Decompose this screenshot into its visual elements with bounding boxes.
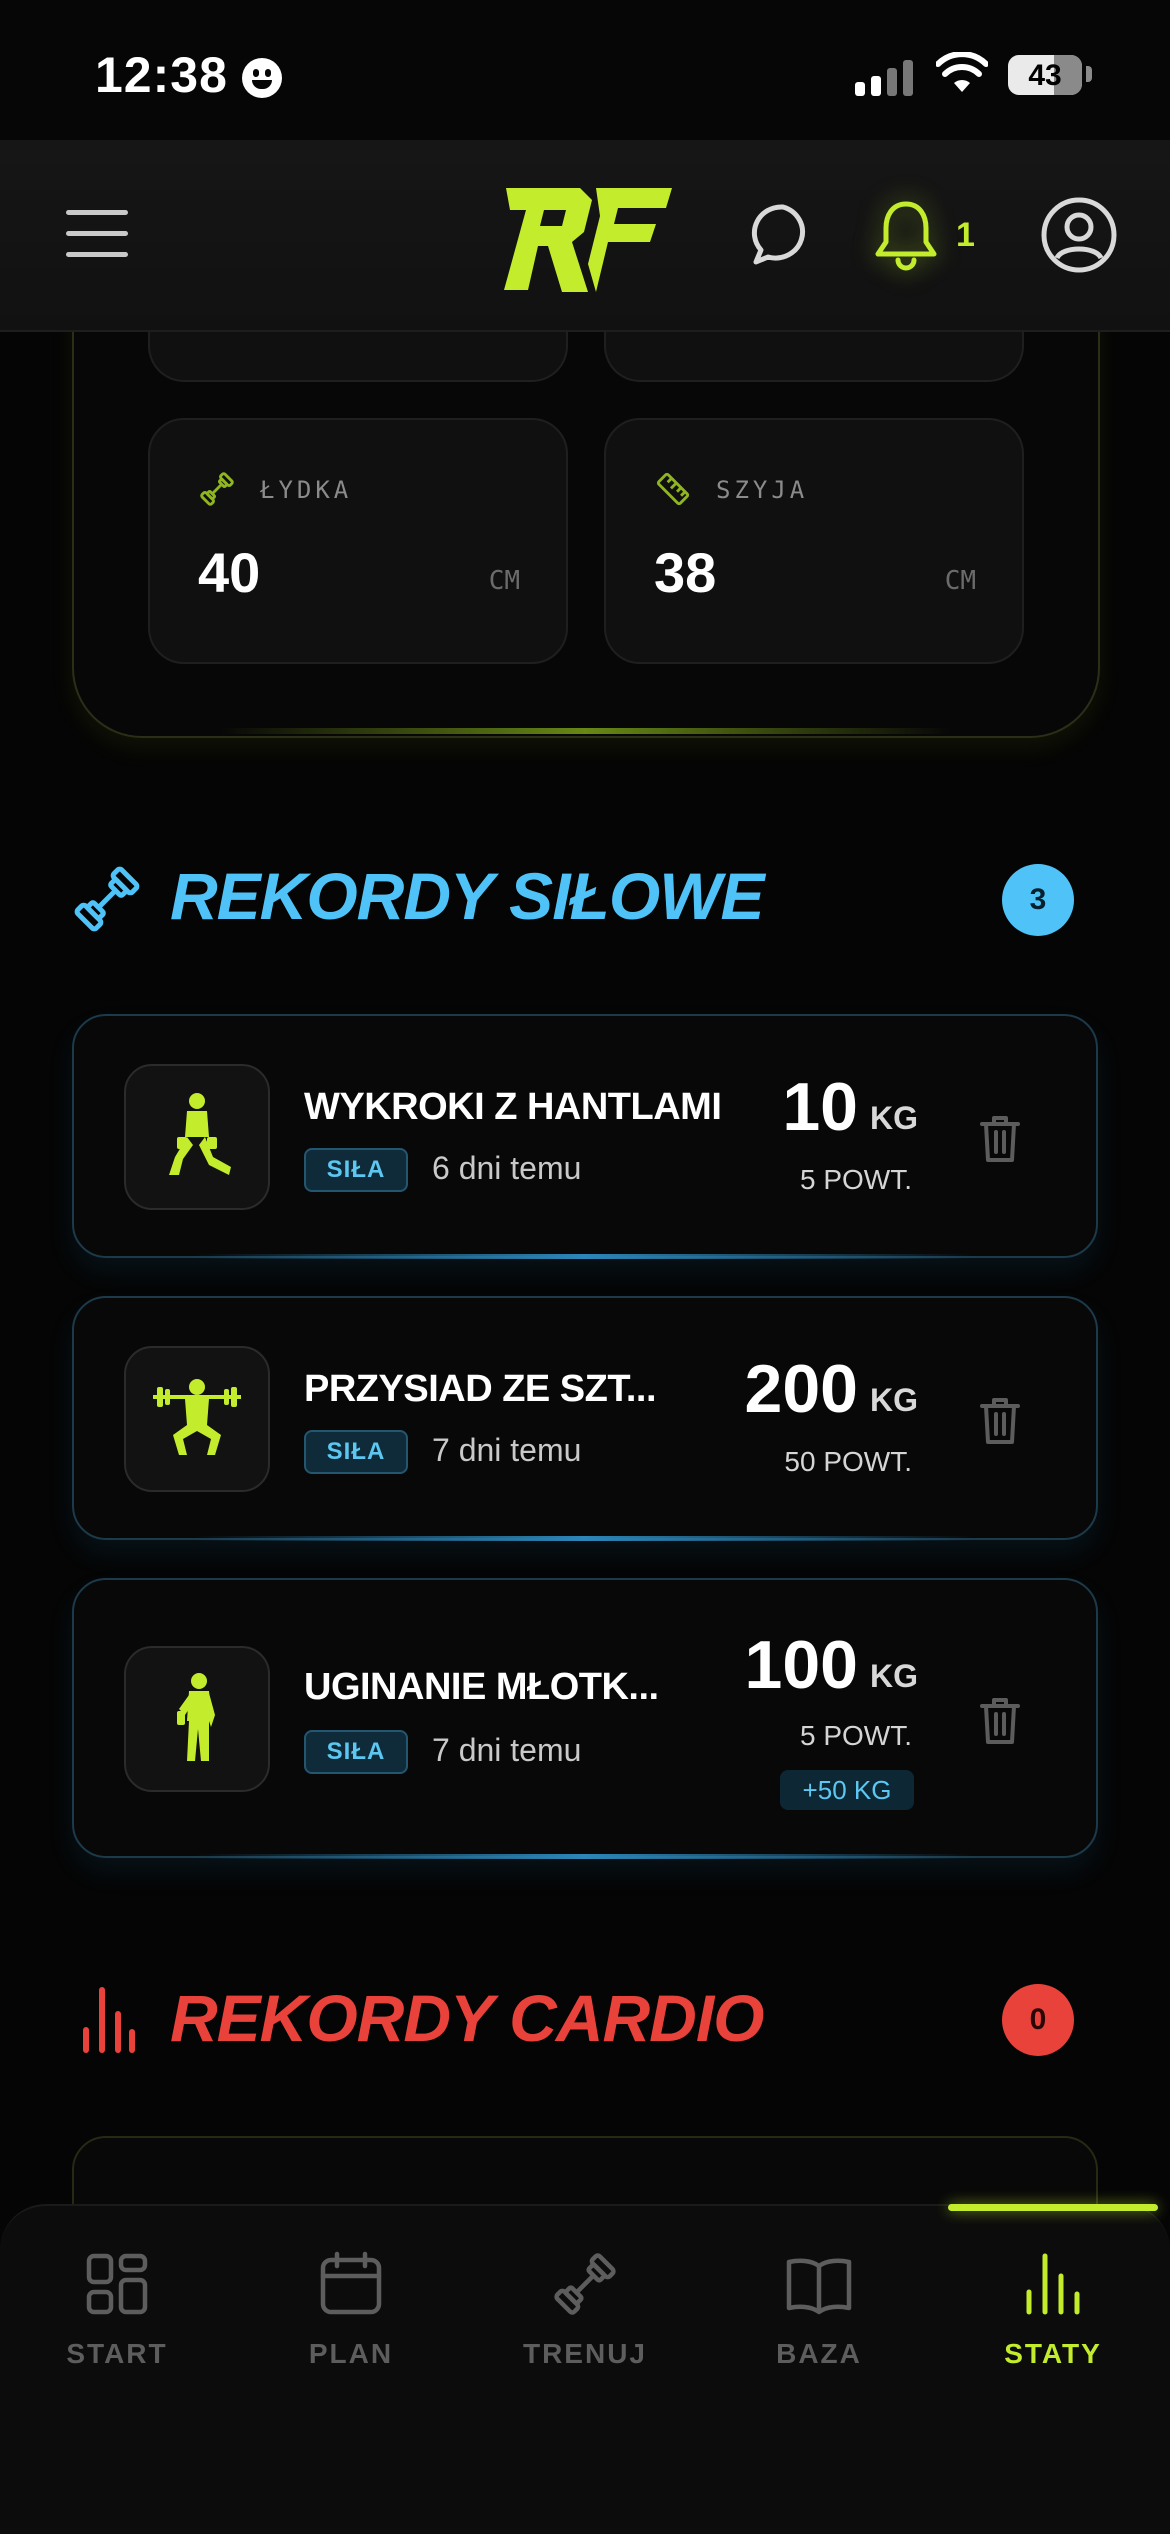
record-reps: 5 POWT. [799, 1720, 912, 1751]
record-unit: KG [870, 1100, 918, 1136]
battery-tip [1086, 66, 1092, 82]
record-tag: SIŁA [304, 1148, 408, 1192]
exercise-thumbnail [124, 1646, 270, 1792]
record-reps: 5 POWT. [799, 1164, 912, 1195]
chat-icon[interactable] [748, 200, 818, 270]
measurement-card-lydka[interactable]: ŁYDKA 40 CM [148, 418, 568, 664]
record-unit: KG [870, 1382, 918, 1418]
record-card[interactable]: PRZYSIAD ZE SZT... SIŁA 7 dni temu 200 K… [72, 1296, 1098, 1541]
nav-label: STATY [1004, 2338, 1102, 2369]
card-glow [194, 1254, 974, 1259]
record-reps: 50 POWT. [784, 1446, 912, 1477]
nav-tab-baza[interactable]: BAZA [702, 2240, 936, 2390]
nav-label: BAZA [776, 2338, 862, 2369]
card-glow [194, 1854, 974, 1859]
dumbbell-icon [554, 2253, 616, 2315]
dumbbell-icon [200, 472, 234, 506]
nav-tab-trenuj[interactable]: TRENUJ [468, 2240, 702, 2390]
card-glow [194, 1536, 974, 1541]
curl-figure-icon [177, 1673, 215, 1761]
battery-icon: 43 [1008, 55, 1082, 95]
record-delta-badge: +50 KG [780, 1770, 914, 1810]
squat-figure-icon [153, 1379, 241, 1455]
strength-section-title: REKORDY SIŁOWE [170, 859, 765, 933]
profile-icon[interactable] [1040, 196, 1118, 274]
record-card[interactable]: WYKROKI Z HANTLAMI SIŁA 6 dni temu 10 KG… [72, 1014, 1098, 1259]
nav-tab-start[interactable]: START [0, 2240, 234, 2390]
calendar-icon [320, 2251, 382, 2315]
record-value: 100 [744, 1627, 858, 1703]
record-value: 10 [782, 1069, 858, 1145]
bar-chart-icon [1026, 2253, 1080, 2315]
wifi-icon [936, 52, 988, 92]
battery-level: 43 [1028, 59, 1062, 92]
book-icon [786, 2258, 852, 2315]
record-tag: SIŁA [304, 1730, 408, 1774]
record-value: 200 [744, 1351, 858, 1427]
lunge-figure-icon [169, 1093, 231, 1175]
cardio-section-title: REKORDY CARDIO [170, 1981, 765, 2055]
measurement-label: ŁYDKA [260, 476, 353, 504]
grid-icon [86, 2253, 148, 2315]
trash-icon[interactable] [978, 1396, 1022, 1446]
measurement-label: SZYJA [716, 476, 809, 504]
nav-label: PLAN [308, 2338, 394, 2369]
record-unit: KG [870, 1658, 918, 1694]
strength-count-badge: 3 [1002, 864, 1074, 936]
record-time: 7 dni temu [432, 1432, 582, 1468]
smiley-icon [242, 58, 282, 98]
cellular-signal-icon [855, 56, 915, 96]
bar-chart-icon [83, 1987, 135, 2053]
exercise-thumbnail [124, 1064, 270, 1210]
panel-glow [220, 728, 950, 734]
nav-tab-staty[interactable]: STATY [936, 2240, 1170, 2390]
exercise-thumbnail [124, 1346, 270, 1492]
record-name: WYKROKI Z HANTLAMI [304, 1086, 722, 1128]
record-time: 6 dni temu [432, 1150, 582, 1186]
trash-icon[interactable] [978, 1696, 1022, 1746]
dumbbell-icon [74, 866, 140, 932]
measurement-value: 40 [198, 541, 261, 604]
status-time: 12:38 [95, 47, 228, 103]
nav-label: START [66, 2338, 168, 2369]
record-tag: SIŁA [304, 1430, 408, 1474]
nav-tab-plan[interactable]: PLAN [234, 2240, 468, 2390]
record-card[interactable]: UGINANIE MŁOTK... SIŁA 7 dni temu 100 KG… [72, 1578, 1098, 1859]
menu-button[interactable] [66, 208, 128, 260]
record-time: 7 dni temu [432, 1732, 582, 1768]
cardio-count-badge: 0 [1002, 1984, 1074, 2056]
rf-logo [504, 188, 672, 292]
ruler-icon [656, 472, 690, 506]
measurement-unit: CM [488, 566, 520, 596]
measurement-unit: CM [944, 566, 976, 596]
trash-icon[interactable] [978, 1114, 1022, 1164]
active-tab-indicator [948, 2204, 1158, 2211]
nav-label: TRENUJ [522, 2338, 647, 2369]
record-name: PRZYSIAD ZE SZT... [304, 1368, 657, 1410]
record-name: UGINANIE MŁOTK... [304, 1666, 659, 1708]
bell-icon[interactable] [870, 196, 942, 274]
measurement-card-szyja[interactable]: SZYJA 38 CM [604, 418, 1024, 664]
measurement-value: 38 [654, 541, 717, 604]
notification-count: 1 [956, 216, 975, 254]
